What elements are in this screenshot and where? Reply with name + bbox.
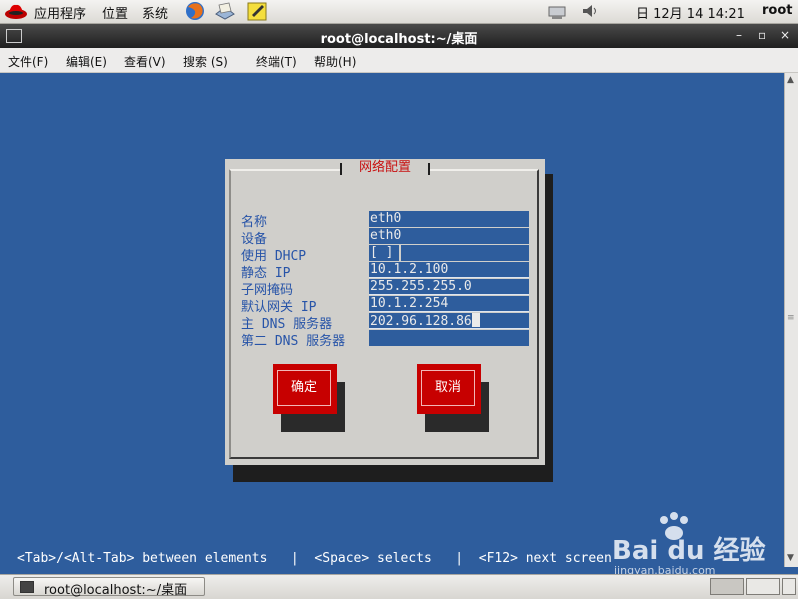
close-button[interactable]: × [780, 28, 790, 42]
network-status-icon[interactable] [546, 1, 568, 21]
watermark-brand: Bai du 经验 [612, 536, 766, 566]
text-editor-icon[interactable] [246, 1, 268, 21]
input-device[interactable]: eth0 [369, 228, 529, 244]
clock[interactable]: 日 12月 14 14:21 [636, 3, 745, 22]
menu-terminal[interactable]: 终端(T) [256, 53, 297, 70]
places-menu[interactable]: 位置 [102, 3, 128, 22]
input-name[interactable]: eth0 [369, 211, 529, 227]
minimize-button[interactable]: – [736, 28, 742, 42]
redhat-logo-icon[interactable] [4, 2, 28, 20]
workspace-1[interactable] [710, 578, 744, 595]
maximize-button[interactable]: ▫ [758, 28, 766, 42]
scroll-thumb[interactable]: ≡ [787, 313, 796, 327]
show-desktop-button[interactable] [782, 578, 796, 595]
scroll-up-icon[interactable]: ▲ [787, 75, 794, 85]
taskbar-terminal-button[interactable]: root@localhost:~/桌面 [13, 577, 205, 598]
baidu-watermark: Bai du 经验 jingyan.baidu.com [612, 512, 782, 582]
label-secondary-dns: 第二 DNS 服务器 [241, 334, 346, 349]
cancel-button-label: 取消 [421, 370, 475, 406]
terminal-icon [20, 581, 34, 593]
menu-edit[interactable]: 编辑(E) [66, 53, 107, 70]
window-titlebar[interactable]: root@localhost:~/桌面 – ▫ × [0, 24, 798, 48]
top-panel: 应用程序 位置 系统 日 12月 14 14:21 root [0, 0, 798, 24]
input-static-ip[interactable]: 10.1.2.100 [369, 262, 529, 278]
bottom-taskbar: root@localhost:~/桌面 [0, 574, 798, 599]
help-line: <Tab>/<Alt-Tab> between elements | <Spac… [17, 551, 612, 566]
applications-menu[interactable]: 应用程序 [34, 3, 86, 22]
menu-search[interactable]: 搜索 (S) [183, 53, 228, 70]
text-cursor [471, 313, 480, 327]
taskbar-terminal-label: root@localhost:~/桌面 [44, 583, 188, 598]
input-primary-dns[interactable]: 202.96.128.86 [369, 313, 529, 329]
cancel-button[interactable]: 取消 [417, 364, 481, 414]
dhcp-field-background [401, 245, 529, 261]
menu-view[interactable]: 查看(V) [124, 53, 166, 70]
menubar: 文件(F) 编辑(E) 查看(V) 搜索 (S) 终端(T) 帮助(H) [0, 48, 798, 73]
input-netmask[interactable]: 255.255.255.0 [369, 279, 529, 295]
volume-icon[interactable] [580, 1, 602, 21]
user-menu[interactable]: root [762, 3, 793, 18]
dhcp-checkbox[interactable]: [ ] [369, 245, 399, 261]
menu-file[interactable]: 文件(F) [8, 53, 48, 70]
ok-button-label: 确定 [277, 370, 331, 406]
firefox-icon[interactable] [184, 1, 206, 21]
vertical-scrollbar[interactable]: ▲ ≡ ▼ [784, 73, 798, 567]
menu-help[interactable]: 帮助(H) [314, 53, 356, 70]
workspace-2[interactable] [746, 578, 780, 595]
input-gateway-ip[interactable]: 10.1.2.254 [369, 296, 529, 312]
dialog-title: 网络配置 [340, 159, 430, 177]
window-title: root@localhost:~/桌面 [320, 32, 478, 47]
mail-client-icon[interactable] [214, 1, 236, 21]
input-secondary-dns[interactable] [369, 330, 529, 346]
scroll-down-icon[interactable]: ▼ [787, 553, 794, 563]
primary-dns-value: 202.96.128.86 [370, 314, 472, 329]
network-config-dialog: 网络配置 名称 eth0 设备 eth0 使用 DHCP [ ] 静态 IP 1… [225, 159, 545, 465]
system-menu[interactable]: 系统 [142, 3, 168, 22]
ok-button[interactable]: 确定 [273, 364, 337, 414]
